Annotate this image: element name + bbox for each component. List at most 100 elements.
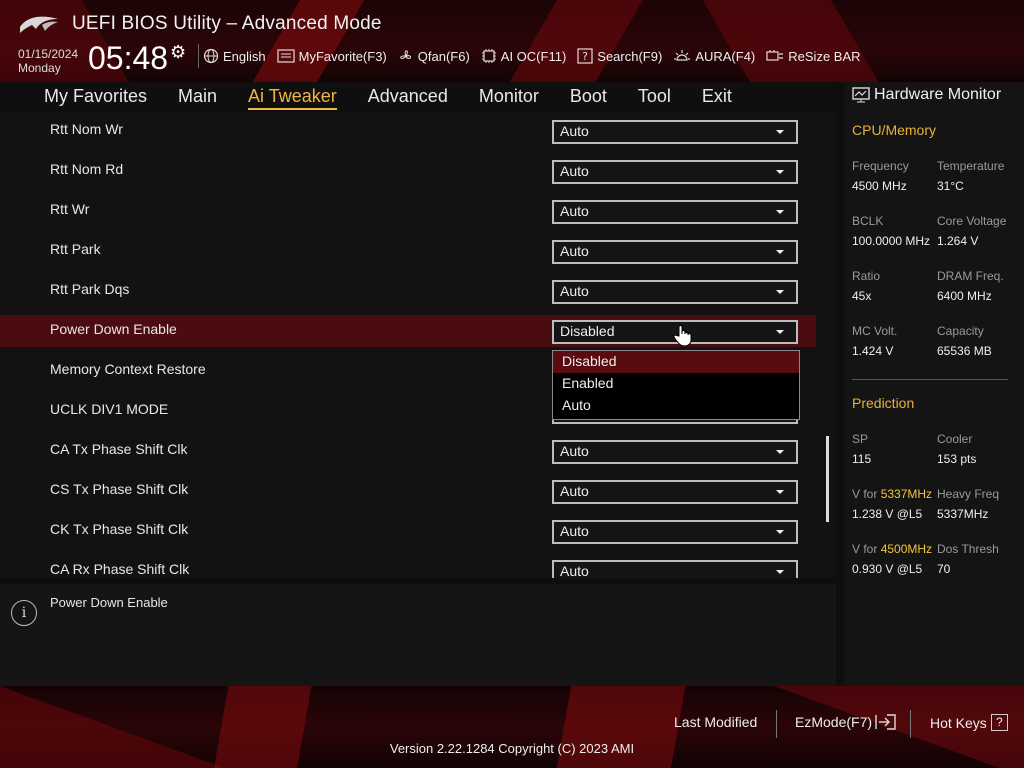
tab-my-favorites[interactable]: My Favorites bbox=[44, 86, 147, 107]
capacity-label: Capacity bbox=[937, 324, 984, 338]
bclk-value: 100.0000 MHz bbox=[852, 234, 931, 248]
setting-row[interactable]: Rtt Nom Wr Auto bbox=[0, 115, 816, 147]
frequency-value: 4500 MHz bbox=[852, 179, 907, 193]
fan-icon bbox=[399, 50, 411, 59]
dram-freq-value: 6400 MHz bbox=[937, 289, 992, 303]
aura-icon bbox=[674, 50, 691, 61]
tab-exit[interactable]: Exit bbox=[702, 86, 732, 107]
version-text: Version 2.22.1284 Copyright (C) 2023 AMI bbox=[389, 741, 635, 756]
chevron-down-icon bbox=[776, 290, 784, 294]
myfavorite-label: MyFavorite(F3) bbox=[298, 48, 387, 64]
setting-row[interactable]: CK Tx Phase Shift Clk Auto bbox=[0, 515, 816, 547]
heavy-freq-value: 5337MHz bbox=[937, 507, 989, 521]
setting-label: CS Tx Phase Shift Clk bbox=[50, 481, 189, 497]
setting-value: Auto bbox=[560, 243, 589, 259]
globe-icon bbox=[203, 48, 219, 64]
v-for-prefix: V for bbox=[852, 542, 878, 556]
option-disabled[interactable]: Disabled bbox=[553, 351, 799, 373]
ratio-value: 45x bbox=[852, 289, 872, 303]
main-nav: My Favorites Main Ai Tweaker Advanced Mo… bbox=[0, 82, 836, 110]
chevron-down-icon bbox=[776, 210, 784, 214]
setting-value: Auto bbox=[560, 203, 589, 219]
myfavorite-button[interactable]: MyFavorite(F3) bbox=[277, 49, 387, 64]
setting-dropdown[interactable]: Auto bbox=[552, 200, 798, 224]
dram-freq-label: DRAM Freq. bbox=[937, 269, 1004, 283]
title-bar: UEFI BIOS Utility – Advanced Mode bbox=[18, 10, 382, 38]
tab-boot[interactable]: Boot bbox=[570, 86, 607, 107]
setting-row[interactable]: CS Tx Phase Shift Clk Auto bbox=[0, 475, 816, 507]
setting-label: CK Tx Phase Shift Clk bbox=[50, 521, 189, 537]
cooler-label: Cooler bbox=[937, 432, 973, 446]
qfan-button[interactable]: Qfan(F6) bbox=[398, 48, 470, 64]
hot-keys-label: Hot Keys bbox=[930, 714, 987, 731]
chevron-down-icon bbox=[776, 490, 784, 494]
setting-value: Auto bbox=[560, 283, 589, 299]
core-voltage-value: 1.264 V bbox=[937, 234, 979, 248]
rog-logo-icon bbox=[20, 16, 58, 33]
toolbar-divider bbox=[198, 44, 199, 68]
cooler-value: 153 pts bbox=[937, 452, 977, 466]
chevron-down-icon bbox=[776, 530, 784, 534]
setting-dropdown[interactable]: Auto bbox=[552, 480, 798, 504]
capacity-value: 65536 MB bbox=[937, 344, 992, 358]
search-button[interactable]: ? Search(F9) bbox=[577, 48, 662, 64]
setting-row[interactable]: Rtt Park Dqs Auto bbox=[0, 275, 816, 307]
setting-label: CA Rx Phase Shift Clk bbox=[50, 561, 190, 577]
tab-monitor[interactable]: Monitor bbox=[479, 86, 539, 107]
date-text: 01/15/2024 bbox=[18, 47, 79, 61]
chevron-down-icon bbox=[776, 250, 784, 254]
resize-bar-button[interactable]: ReSize BAR bbox=[766, 48, 861, 64]
last-modified-button[interactable]: Last Modified bbox=[674, 714, 757, 730]
ai-oc-button[interactable]: AI OC(F11) bbox=[481, 48, 566, 64]
setting-row[interactable]: CA Rx Phase Shift Clk Auto bbox=[0, 555, 816, 578]
aura-button[interactable]: AURA(F4) bbox=[673, 48, 755, 64]
bclk-label: BCLK bbox=[852, 214, 884, 228]
setting-label: CA Tx Phase Shift Clk bbox=[50, 441, 188, 457]
setting-dropdown[interactable]: Auto bbox=[552, 560, 798, 578]
setting-dropdown[interactable]: Auto bbox=[552, 160, 798, 184]
setting-label: UCLK DIV1 MODE bbox=[50, 401, 169, 417]
tab-main[interactable]: Main bbox=[178, 86, 217, 107]
language-label: English bbox=[223, 48, 266, 64]
chevron-down-icon bbox=[776, 330, 784, 334]
hot-keys-button[interactable]: Hot Keys ? bbox=[930, 714, 1008, 731]
mc-volt-label: MC Volt. bbox=[852, 324, 898, 338]
setting-value: Auto bbox=[560, 563, 589, 578]
dos-thresh-label: Dos Thresh bbox=[937, 542, 999, 556]
option-auto[interactable]: Auto bbox=[553, 395, 799, 417]
ezmode-label: EzMode(F7) bbox=[795, 714, 873, 730]
hand-cursor-icon bbox=[673, 325, 692, 347]
section-divider bbox=[852, 379, 1008, 380]
setting-row[interactable]: CA Tx Phase Shift Clk Auto bbox=[0, 435, 816, 467]
language-button[interactable]: English bbox=[203, 48, 266, 64]
setting-value: Auto bbox=[560, 523, 589, 539]
help-panel: i Power Down Enable bbox=[0, 584, 836, 686]
tab-advanced[interactable]: Advanced bbox=[368, 86, 448, 107]
setting-label: Rtt Nom Rd bbox=[50, 161, 124, 177]
clock-display[interactable]: 05:48 bbox=[88, 40, 168, 77]
resize-bar-icon bbox=[766, 50, 784, 61]
weekday-text: Monday bbox=[18, 61, 61, 75]
ezmode-button[interactable]: EzMode(F7) bbox=[795, 714, 897, 730]
option-enabled[interactable]: Enabled bbox=[553, 373, 799, 395]
gear-icon[interactable]: ⚙ bbox=[170, 42, 186, 63]
setting-row[interactable]: Rtt Wr Auto bbox=[0, 195, 816, 227]
setting-label: Rtt Park bbox=[50, 241, 101, 257]
tab-ai-tweaker[interactable]: Ai Tweaker bbox=[248, 86, 337, 110]
search-icon: ? bbox=[577, 48, 593, 64]
setting-dropdown[interactable]: Auto bbox=[552, 280, 798, 304]
setting-dropdown[interactable]: Auto bbox=[552, 120, 798, 144]
chip-icon bbox=[481, 49, 496, 63]
v-for-freq-1-label: V for 5337MHz bbox=[852, 487, 932, 501]
tab-tool[interactable]: Tool bbox=[638, 86, 671, 107]
setting-dropdown[interactable]: Auto bbox=[552, 440, 798, 464]
v-for-freq-2: 4500MHz bbox=[880, 542, 933, 556]
setting-dropdown[interactable]: Auto bbox=[552, 520, 798, 544]
setting-row[interactable]: Rtt Park Auto bbox=[0, 235, 816, 267]
setting-row[interactable]: Rtt Nom Rd Auto bbox=[0, 155, 816, 187]
scrollbar[interactable] bbox=[826, 436, 829, 522]
help-icon: ? bbox=[990, 714, 1008, 731]
setting-dropdown[interactable]: Auto bbox=[552, 240, 798, 264]
footer-divider bbox=[776, 710, 777, 738]
sp-label: SP bbox=[852, 432, 869, 446]
